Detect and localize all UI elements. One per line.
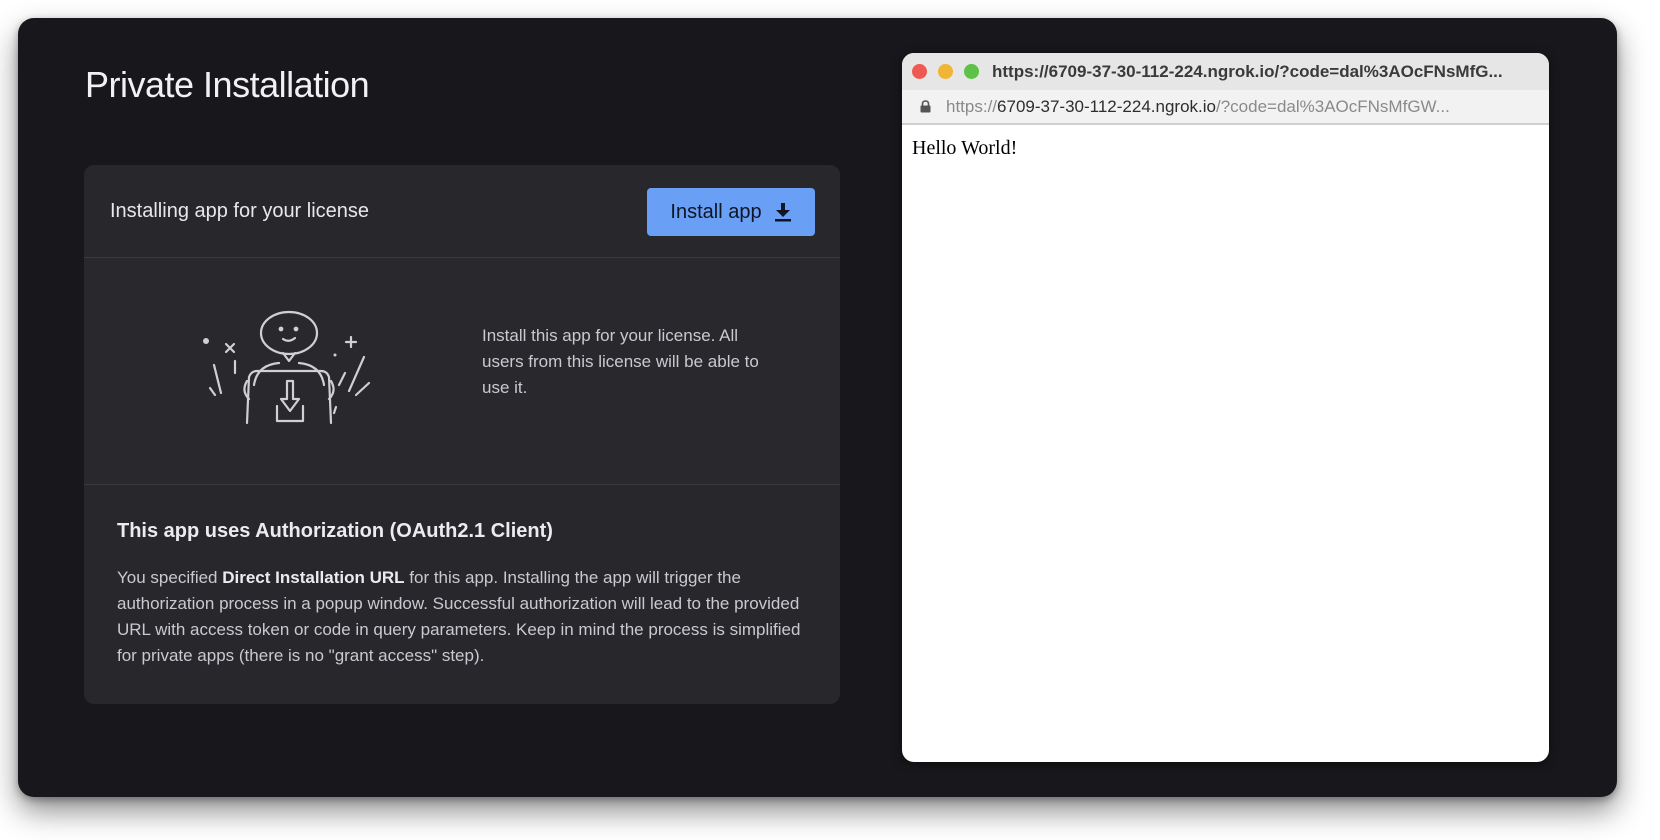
lock-icon	[920, 100, 931, 113]
page-title: Private Installation	[85, 64, 370, 105]
oauth-heading: This app uses Authorization (OAuth2.1 Cl…	[117, 520, 553, 542]
address-host: 6709-37-30-112-224.ngrok.io	[997, 97, 1216, 116]
app-window: Private Installation Installing app for …	[18, 18, 1617, 797]
card-header-title: Installing app for your license	[110, 200, 370, 222]
install-description: Install this app for your license. All u…	[482, 326, 759, 397]
address-bar[interactable]: https://6709-37-30-112-224.ngrok.io/?cod…	[902, 90, 1549, 125]
card-body: Install this app for your license. All u…	[84, 258, 840, 485]
card-header: Installing app for your license Install …	[84, 165, 840, 258]
person-installing-illustration	[203, 310, 371, 425]
oauth-popup-window: https://6709-37-30-112-224.ngrok.io/?cod…	[902, 53, 1549, 762]
install-app-button[interactable]: Install app	[647, 188, 815, 236]
address-url[interactable]: https://6709-37-30-112-224.ngrok.io/?cod…	[946, 97, 1531, 117]
oauth-text-bold: Direct Installation URL	[222, 568, 405, 587]
install-card: Installing app for your license Install …	[84, 165, 840, 704]
oauth-text-before: You specified	[117, 568, 223, 587]
oauth-description: You specified Direct Installation URL fo…	[117, 565, 817, 669]
popup-title: https://6709-37-30-112-224.ngrok.io/?cod…	[992, 62, 1503, 81]
close-window-button[interactable]	[912, 64, 927, 79]
oauth-info-section: This app uses Authorization (OAuth2.1 Cl…	[84, 485, 840, 704]
download-icon	[774, 203, 791, 222]
zoom-window-button[interactable]	[964, 64, 979, 79]
popup-page-content: Hello World!	[912, 137, 1018, 159]
address-scheme: https://	[946, 97, 998, 116]
address-path: /?code=dal%3AOcFNsMfGW...	[1215, 97, 1450, 116]
install-app-button-label: Install app	[670, 200, 762, 223]
popup-titlebar[interactable]: https://6709-37-30-112-224.ngrok.io/?cod…	[902, 53, 1549, 90]
minimize-window-button[interactable]	[938, 64, 953, 79]
